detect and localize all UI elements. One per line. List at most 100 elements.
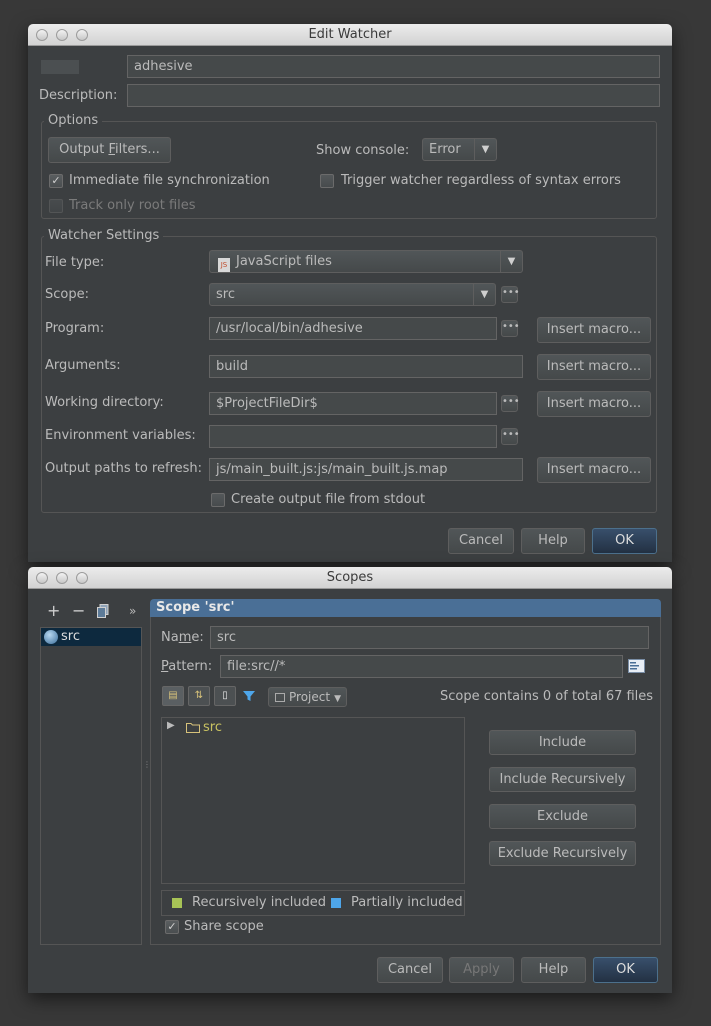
edit-watcher-titlebar: Edit Watcher [28, 24, 672, 46]
partially-included-label: Partially included [351, 895, 463, 910]
track-root-checkbox[interactable] [49, 199, 63, 213]
expand-arrow-icon[interactable]: ▶ [167, 720, 175, 731]
chevron-down-icon: ▼ [334, 694, 341, 704]
file-type-select[interactable]: JS JavaScript files ▼ [209, 250, 523, 273]
create-output-label: Create output file from stdout [231, 492, 426, 507]
zoom-window-button[interactable] [76, 572, 88, 584]
show-files-icon[interactable]: ▯ [214, 686, 236, 706]
program-field[interactable]: /usr/local/bin/adhesive [209, 317, 497, 340]
track-root-label: Track only root files [69, 198, 196, 213]
file-type-label: File type: [45, 255, 105, 270]
scope-info-text: Scope contains 0 of total 67 files [440, 689, 654, 704]
output-filters-label-pre: Output [59, 142, 109, 157]
chevron-down-icon: ▼ [474, 139, 496, 160]
scopes-window: Scopes + − » src ⋮ Scope 'src' Name: src… [28, 567, 672, 993]
window-title: Scopes [326, 570, 374, 585]
trigger-checkbox[interactable] [320, 174, 334, 188]
pattern-label-post: attern: [168, 659, 213, 674]
working-directory-browse-button[interactable]: ••• [501, 395, 520, 412]
ok-button[interactable]: OK [593, 957, 658, 983]
ok-button[interactable]: OK [592, 528, 657, 554]
immediate-sync-label: Immediate file synchronization [69, 173, 270, 188]
scope-list: src [40, 627, 142, 945]
output-paths-insert-macro-button[interactable]: Insert macro... [537, 457, 651, 483]
minimize-window-button[interactable] [56, 29, 68, 41]
scopes-titlebar: Scopes [28, 567, 672, 589]
pattern-label: Pattern: [161, 659, 212, 674]
show-console-value: Error [429, 142, 461, 157]
arguments-insert-macro-button[interactable]: Insert macro... [537, 354, 651, 380]
copy-scope-icon[interactable] [97, 604, 109, 618]
watcher-settings-title: Watcher Settings [44, 228, 164, 243]
name-label-swatch [41, 60, 79, 74]
working-directory-insert-macro-button[interactable]: Insert macro... [537, 391, 651, 417]
window-controls [36, 29, 88, 41]
immediate-sync-checkbox[interactable]: ✓ [49, 174, 63, 188]
apply-button[interactable]: Apply [449, 957, 514, 983]
output-paths-label: Output paths to refresh: [45, 461, 203, 476]
create-output-checkbox[interactable] [211, 493, 225, 507]
edit-watcher-window: Edit Watcher adhesive Description: Optio… [28, 24, 672, 562]
environment-variables-field[interactable] [209, 425, 497, 448]
project-icon [275, 693, 285, 702]
cancel-button[interactable]: Cancel [448, 528, 514, 554]
description-field[interactable] [127, 84, 660, 107]
legend: Recursively included Partially included [161, 890, 465, 916]
recursively-included-label: Recursively included [192, 895, 327, 910]
include-recursively-button[interactable]: Include Recursively [489, 767, 636, 792]
minimize-window-button[interactable] [56, 572, 68, 584]
scope-header: Scope 'src' [150, 599, 661, 617]
scope-list-item-label: src [61, 629, 80, 644]
output-paths-field[interactable]: js/main_built.js:js/main_built.js.map [209, 458, 523, 481]
arguments-label: Arguments: [45, 358, 121, 373]
trigger-label: Trigger watcher regardless of syntax err… [341, 173, 621, 188]
remove-scope-button[interactable]: − [72, 601, 85, 620]
scope-browse-button[interactable]: ••• [501, 286, 520, 303]
exclude-button[interactable]: Exclude [489, 804, 636, 829]
compact-folders-icon[interactable]: ⇅ [188, 686, 210, 706]
scope-select[interactable]: src ▼ [209, 283, 496, 306]
include-button[interactable]: Include [489, 730, 636, 755]
file-tree: ▶ src [161, 717, 465, 884]
scope-name-label-post: e: [191, 630, 204, 645]
close-window-button[interactable] [36, 29, 48, 41]
zoom-window-button[interactable] [76, 29, 88, 41]
program-label: Program: [45, 321, 105, 336]
environment-variables-label: Environment variables: [45, 428, 196, 443]
program-browse-button[interactable]: ••• [501, 320, 520, 337]
filter-icon[interactable] [242, 689, 256, 703]
arguments-field[interactable]: build [209, 355, 523, 378]
tree-item-src[interactable]: src [203, 720, 222, 735]
window-controls [36, 572, 88, 584]
file-type-value: JavaScript files [236, 254, 332, 269]
list-item[interactable]: src [41, 628, 141, 646]
help-button[interactable]: Help [521, 528, 585, 554]
working-directory-field[interactable]: $ProjectFileDir$ [209, 392, 497, 415]
cancel-button[interactable]: Cancel [377, 957, 443, 983]
pattern-field[interactable]: file:src//* [220, 655, 623, 678]
exclude-recursively-button[interactable]: Exclude Recursively [489, 841, 636, 866]
shared-scope-icon [44, 630, 58, 644]
splitter-handle[interactable]: ⋮ [143, 761, 151, 777]
share-scope-checkbox[interactable]: ✓ [165, 920, 179, 934]
scope-name-field[interactable]: src [210, 626, 649, 649]
output-filters-button[interactable]: Output Filters... [48, 137, 171, 163]
flatten-packages-icon[interactable]: ▤ [162, 686, 184, 706]
project-dropdown[interactable]: Project ▼ [268, 687, 347, 707]
chevron-down-icon: ▼ [500, 251, 522, 272]
pattern-expand-icon[interactable] [628, 659, 645, 673]
output-filters-label-post: ilters... [115, 142, 160, 157]
chevron-down-icon: ▼ [473, 284, 495, 305]
program-insert-macro-button[interactable]: Insert macro... [537, 317, 651, 343]
scope-value: src [216, 287, 235, 302]
partially-included-swatch [331, 898, 341, 908]
environment-variables-browse-button[interactable]: ••• [501, 428, 520, 445]
more-actions-button[interactable]: » [129, 604, 136, 618]
show-console-select[interactable]: Error ▼ [422, 138, 497, 161]
project-dropdown-value: Project [289, 690, 331, 704]
help-button[interactable]: Help [521, 957, 586, 983]
name-field[interactable]: adhesive [127, 55, 660, 78]
close-window-button[interactable] [36, 572, 48, 584]
javascript-file-icon: JS [218, 258, 230, 272]
add-scope-button[interactable]: + [47, 601, 60, 620]
